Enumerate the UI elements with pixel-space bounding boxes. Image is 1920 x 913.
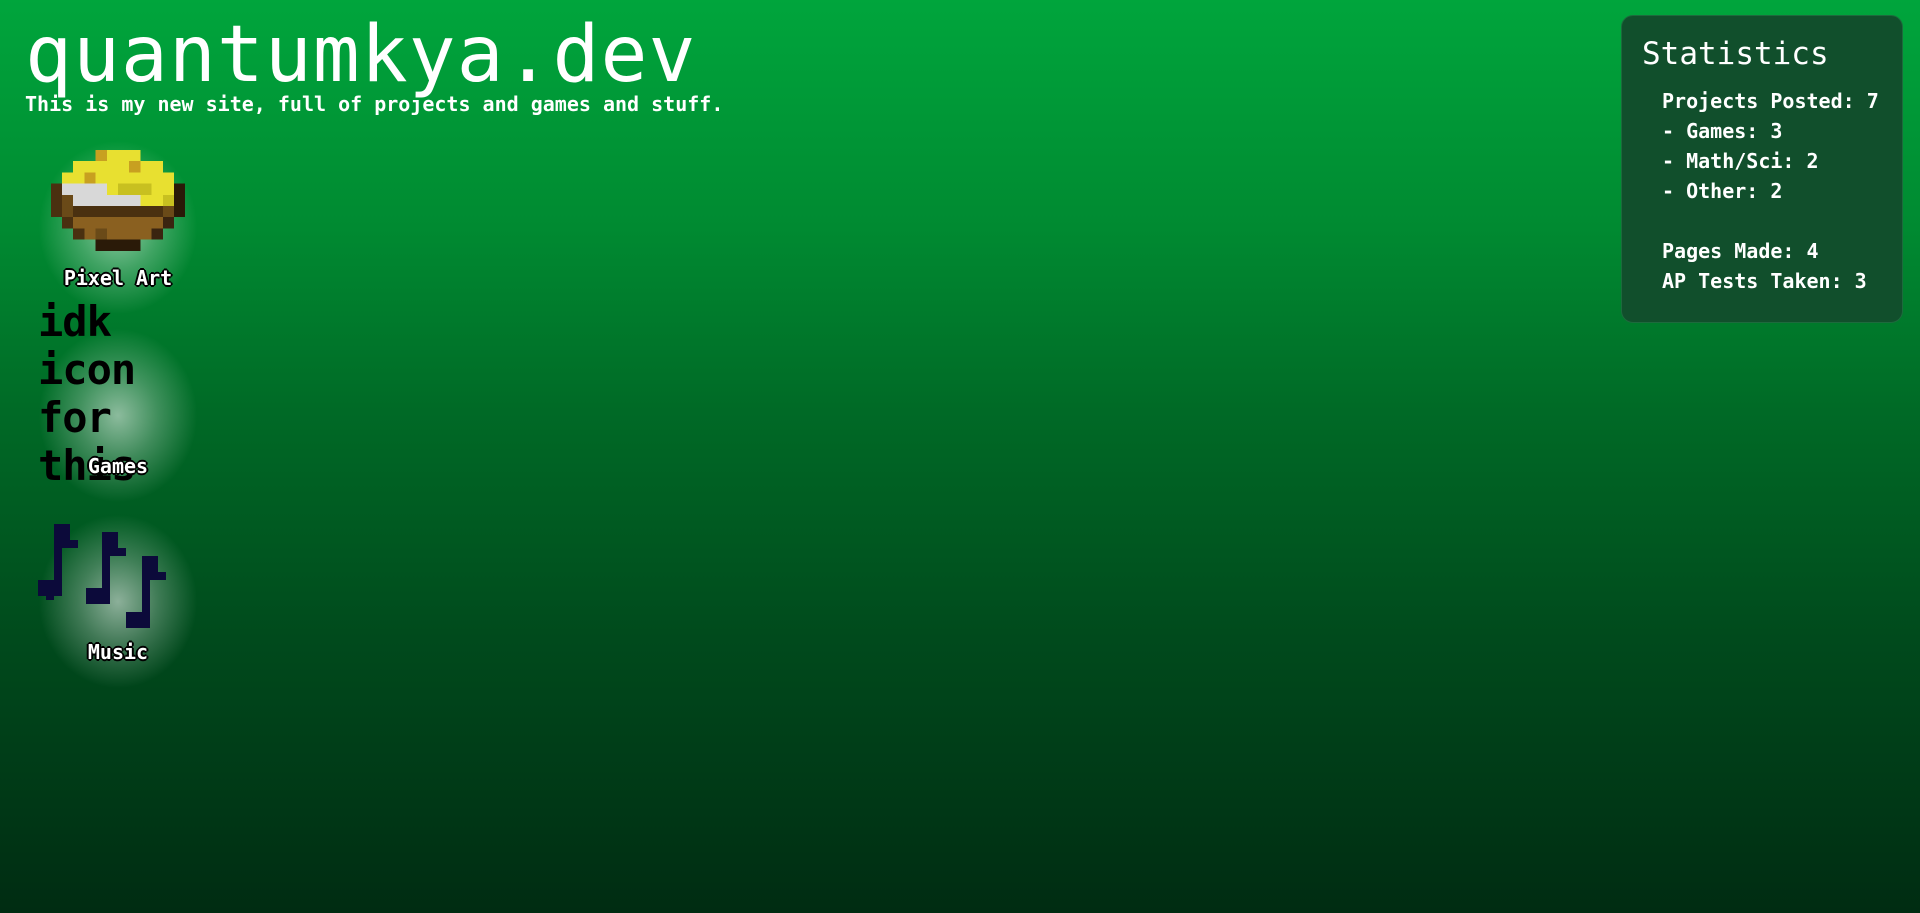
site-title: quantumkya.dev (25, 10, 697, 100)
stat-games: - Games: 3 (1662, 119, 1783, 143)
statistics-list: Projects Posted: 7 - Games: 3 - Math/Sci… (1642, 86, 1882, 296)
idk-icon-for-this-text-icon: idk icon for this (38, 298, 198, 490)
stat-ap-tests: AP Tests Taken: 3 (1662, 269, 1867, 293)
stat-projects-posted: Projects Posted: 7 (1662, 89, 1879, 113)
nav-item-games[interactable]: idk icon for this Games (28, 298, 208, 503)
nav-item-label: Pixel Art (63, 266, 173, 290)
site-subtitle: This is my new site, full of projects an… (25, 92, 724, 116)
statistics-panel: Statistics Projects Posted: 7 - Games: 3… (1621, 15, 1903, 323)
stat-other: - Other: 2 (1662, 179, 1783, 203)
nav-item-label: Games (87, 454, 149, 478)
stat-pages-made: Pages Made: 4 (1662, 239, 1819, 263)
icon-text-line-1: idk icon (38, 297, 136, 394)
music-notes-icon (38, 524, 198, 636)
stats-spacer (1662, 206, 1882, 236)
nav-item-label: Music (87, 640, 149, 664)
nav-item-music[interactable]: Music (28, 514, 208, 689)
stat-math-sci: - Math/Sci: 2 (1662, 149, 1819, 173)
nav-item-pixel-art[interactable]: Pixel Art (28, 140, 208, 315)
statistics-title: Statistics (1642, 36, 1829, 72)
pixel-bowl-icon (38, 150, 198, 262)
